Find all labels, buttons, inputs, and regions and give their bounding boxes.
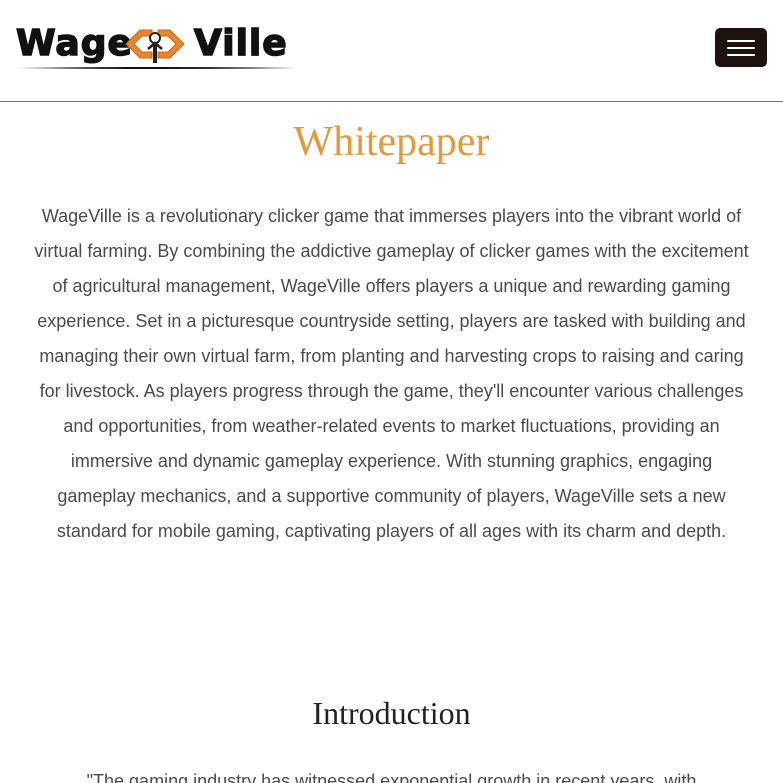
introduction-paragraph: "The gaming industry has witnessed expon… [86,771,697,783]
logo-underline [18,67,296,69]
farm-house-logo-icon [125,29,185,63]
section-title-introduction: Introduction [312,695,471,731]
page-title: Whitepaper [293,119,490,165]
intro-paragraph: WageVille is a revolutionary clicker gam… [34,206,749,541]
menu-toggle-button[interactable] [715,28,767,67]
logo-text-wage: Wage [15,23,133,65]
logo-text-ville: Ville [193,23,288,65]
hamburger-menu-icon [727,47,755,49]
site-logo[interactable]: Wage Ville [15,20,298,74]
site-header: Wage Ville [0,0,783,102]
hamburger-menu-icon [727,54,755,56]
hamburger-menu-icon [727,40,755,42]
